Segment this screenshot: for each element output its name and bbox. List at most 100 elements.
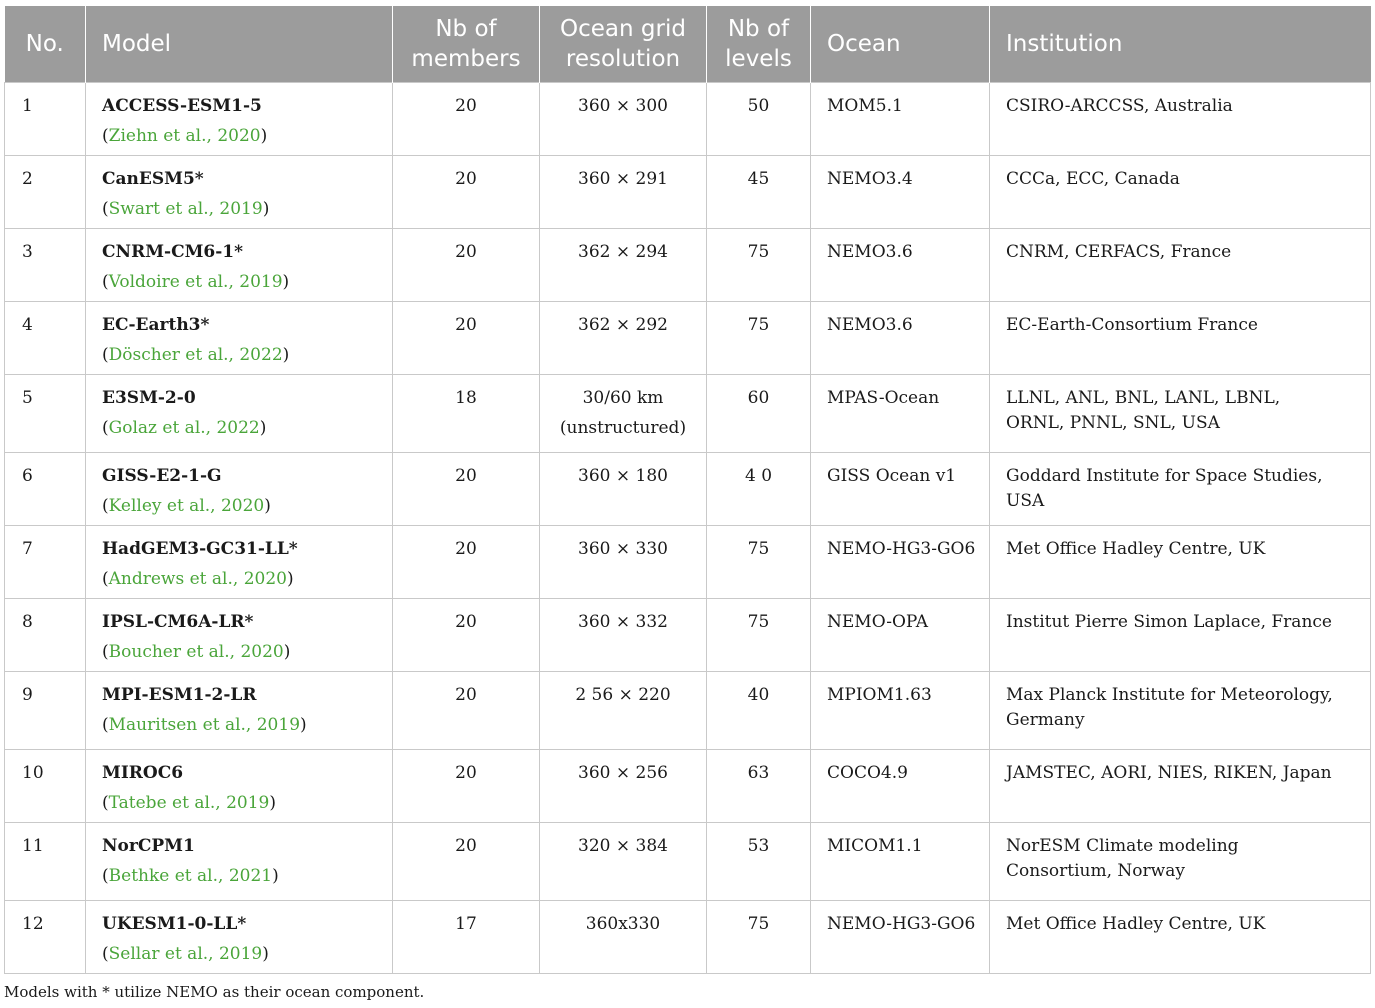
institution-cell: EC-Earth-Consortium France [989,301,1371,375]
header-members: Nb of members [392,6,540,83]
members-cell: 20 [392,155,540,229]
members-cell: 20 [392,671,540,750]
table-row: 4 EC-Earth3* (Döscher et al., 2022) 20 362 ×… [4,301,1371,375]
citation-link[interactable]: Swart et al., 2019 [109,199,263,219]
table-row: 3 CNRM-CM6-1* (Voldoire et al., 2019) 20 362… [4,228,1371,302]
grid-resolution-cell: 362 × 292 [539,301,707,375]
ocean-cell: MPAS-Ocean [810,374,990,453]
model-name: GISS-E2-1-G [102,466,222,486]
grid-resolution-cell: 362 × 294 [539,228,707,302]
citation-link[interactable]: Tatebe et al., 2019 [109,793,270,813]
citation-link[interactable]: Mauritsen et al., 2019 [109,715,300,735]
ocean-cell: MICOM1.1 [810,822,990,901]
citation-link[interactable]: Golaz et al., 2022 [109,418,260,438]
model-cell: CanESM5* (Swart et al., 2019) [85,155,393,229]
institution-cell: Met Office Hadley Centre, UK [989,525,1371,599]
levels-cell: 50 [706,82,811,156]
citation-link[interactable]: Andrews et al., 2020 [109,569,287,589]
row-number-cell: 8 [4,598,86,672]
levels-cell: 53 [706,822,811,901]
grid-resolution-cell: 360x330 [539,900,707,974]
grid-resolution-note: (unstructured) [559,418,687,438]
model-name: UKESM1-0-LL* [102,914,247,934]
ocean-cell: NEMO-HG3-GO6 [810,900,990,974]
model-reference: (Andrews et al., 2020) [102,569,294,589]
institution-cell: LLNL, ANL, BNL, LANL, LBNL, ORNL, PNNL, … [989,374,1371,453]
ocean-cell: NEMO3.6 [810,301,990,375]
members-cell: 20 [392,82,540,156]
grid-resolution-cell: 360 × 300 [539,82,707,156]
grid-resolution: 320 × 384 [578,836,668,856]
header-levels: Nb of levels [706,6,811,83]
row-number-cell: 6 [4,452,86,526]
ocean-cell: NEMO-HG3-GO6 [810,525,990,599]
members-cell: 20 [392,452,540,526]
members-cell: 20 [392,598,540,672]
members-cell: 20 [392,822,540,901]
model-name: E3SM-2-0 [102,388,196,408]
grid-resolution-cell: 360 × 330 [539,525,707,599]
model-reference: (Tatebe et al., 2019) [102,793,277,813]
row-number-cell: 12 [4,900,86,974]
model-cell: GISS-E2-1-G (Kelley et al., 2020) [85,452,393,526]
row-number-cell: 7 [4,525,86,599]
grid-resolution-cell: 360 × 291 [539,155,707,229]
model-name: CNRM-CM6-1* [102,242,244,262]
model-cell: ACCESS-ESM1-5 (Ziehn et al., 2020) [85,82,393,156]
ocean-cell: COCO4.9 [810,749,990,823]
model-reference: (Swart et al., 2019) [102,199,270,219]
grid-resolution: 360 × 256 [578,763,668,783]
model-reference: (Golaz et al., 2022) [102,418,267,438]
header-ocean: Ocean [810,6,990,83]
model-reference: (Kelley et al., 2020) [102,496,271,516]
model-cell: HadGEM3-GC31-LL* (Andrews et al., 2020) [85,525,393,599]
grid-resolution-cell: 30/60 km (unstructured) [539,374,707,453]
ocean-cell: NEMO3.4 [810,155,990,229]
citation-link[interactable]: Ziehn et al., 2020 [109,126,261,146]
row-number-cell: 5 [4,374,86,453]
header-grid: Ocean grid resolution [539,6,707,83]
institution-cell: CCCa, ECC, Canada [989,155,1371,229]
grid-resolution-cell: 360 × 180 [539,452,707,526]
row-number-cell: 10 [4,749,86,823]
levels-cell: 75 [706,301,811,375]
row-number-cell: 4 [4,301,86,375]
grid-resolution: 362 × 292 [578,315,668,335]
header-members-line2: members [411,46,521,72]
citation-link[interactable]: Bethke et al., 2021 [109,866,272,886]
row-number-cell: 11 [4,822,86,901]
ocean-cell: NEMO-OPA [810,598,990,672]
grid-resolution-cell: 360 × 256 [539,749,707,823]
grid-resolution-cell: 2 56 × 220 [539,671,707,750]
table-row: 11 NorCPM1 (Bethke et al., 2021) 20 320 × 38… [4,822,1371,901]
institution-cell: NorESM Climate modeling Consortium, Norw… [989,822,1371,901]
model-reference: (Sellar et al., 2019) [102,944,269,964]
model-name: HadGEM3-GC31-LL* [102,539,298,559]
model-cell: CNRM-CM6-1* (Voldoire et al., 2019) [85,228,393,302]
table-row: 9 MPI-ESM1-2-LR (Mauritsen et al., 2019) 20… [4,671,1371,750]
members-cell: 17 [392,900,540,974]
model-cell: MPI-ESM1-2-LR (Mauritsen et al., 2019) [85,671,393,750]
citation-link[interactable]: Voldoire et al., 2019 [109,272,283,292]
citation-link[interactable]: Döscher et al., 2022 [109,345,283,365]
members-cell: 20 [392,228,540,302]
citation-link[interactable]: Kelley et al., 2020 [109,496,265,516]
citation-link[interactable]: Boucher et al., 2020 [109,642,284,662]
model-reference: (Döscher et al., 2022) [102,345,290,365]
institution-cell: Institut Pierre Simon Laplace, France [989,598,1371,672]
model-name: MPI-ESM1-2-LR [102,685,257,705]
row-number-cell: 1 [4,82,86,156]
header-grid-line2: resolution [565,46,681,72]
grid-resolution: 360 × 300 [578,96,668,116]
ocean-cell: MOM5.1 [810,82,990,156]
grid-resolution: 360x330 [585,914,661,934]
citation-link[interactable]: Sellar et al., 2019 [109,944,263,964]
institution-cell: JAMSTEC, AORI, NIES, RIKEN, Japan [989,749,1371,823]
models-table: No. Model Nb of members Ocean grid resolut… [4,6,1371,974]
members-cell: 20 [392,525,540,599]
levels-cell: 63 [706,749,811,823]
ocean-cell: NEMO3.6 [810,228,990,302]
grid-resolution: 360 × 291 [578,169,668,189]
header-institution: Institution [989,6,1371,83]
ocean-cell: MPIOM1.63 [810,671,990,750]
